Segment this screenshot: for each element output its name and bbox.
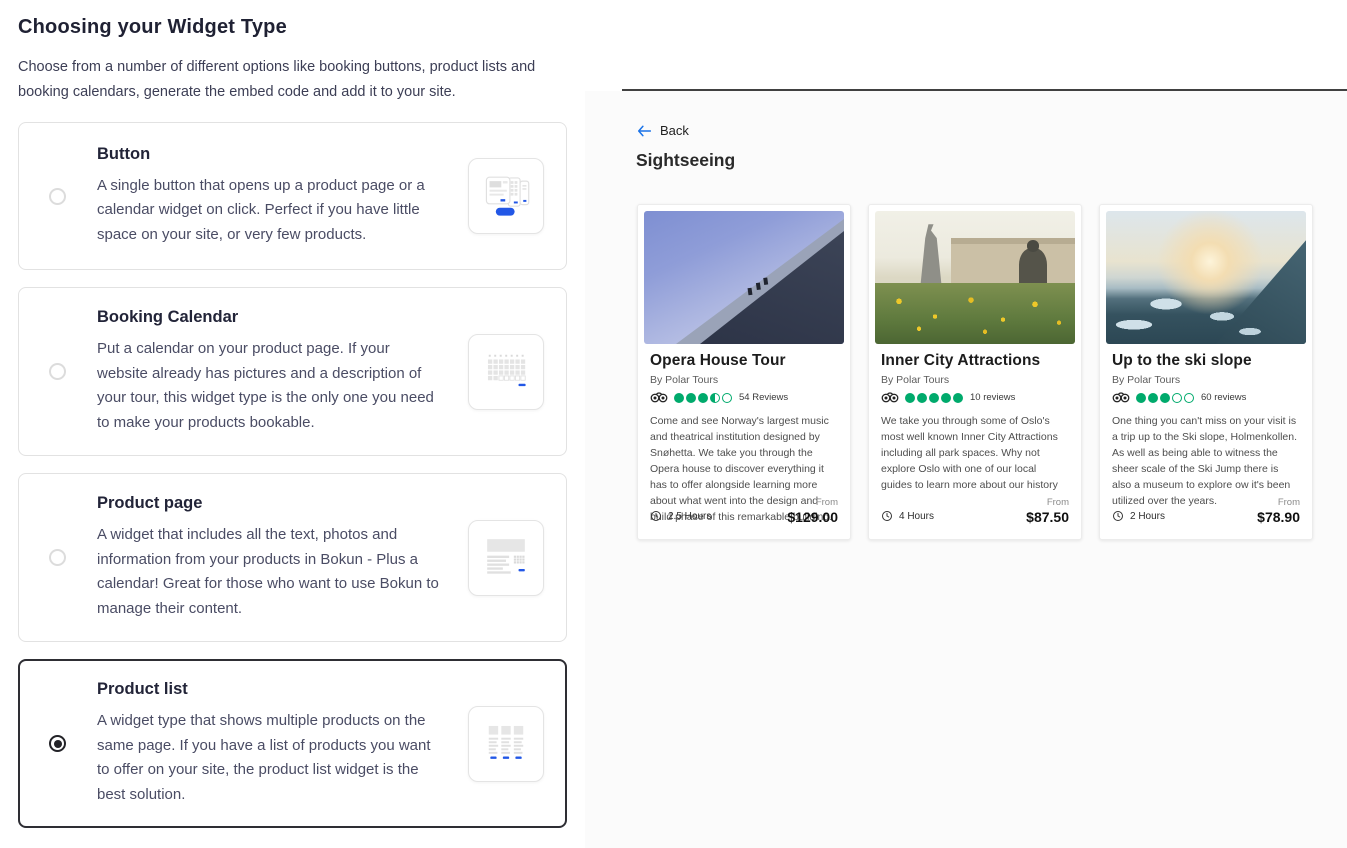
product-page-widget-icon (468, 520, 544, 596)
product-card-up-to-the-ski-slope[interactable]: Up to the ski slope By Polar Tours 60 re (1099, 204, 1313, 540)
product-vendor: By Polar Tours (1112, 374, 1300, 386)
option-description: A single button that opens up a product … (97, 174, 442, 248)
product-image-ski-slope (1106, 211, 1306, 344)
product-rating: 60 reviews (1112, 392, 1300, 403)
back-arrow-icon (637, 125, 651, 137)
calendar-widget-icon (468, 334, 544, 410)
review-count: 60 reviews (1201, 392, 1246, 403)
radio-product-list-option[interactable] (49, 735, 66, 752)
product-image-opera-house (644, 211, 844, 344)
button-widget-icon (468, 158, 544, 234)
from-label: From (1026, 497, 1069, 508)
product-description: We take you through some of Oslo's most … (881, 413, 1069, 497)
widget-option-product-list[interactable]: Product list A widget type that shows mu… (18, 659, 567, 828)
product-image-inner-city (875, 211, 1075, 344)
product-vendor: By Polar Tours (650, 374, 838, 386)
page-description: Choose from a number of different option… (18, 55, 558, 105)
product-card-opera-house-tour[interactable]: Opera House Tour By Polar Tours 54 Revie (637, 204, 851, 540)
option-title: Booking Calendar (97, 308, 446, 327)
product-duration: 2.5 Hours (650, 510, 711, 525)
option-title: Product list (97, 680, 446, 699)
radio-product-page-option[interactable] (49, 549, 66, 566)
back-link[interactable]: Back (637, 123, 689, 138)
option-description: Put a calendar on your product page. If … (97, 337, 442, 435)
product-title: Inner City Attractions (881, 352, 1069, 370)
product-title: Opera House Tour (650, 352, 838, 370)
option-description: A widget that includes all the text, pho… (97, 523, 442, 621)
radio-button-option[interactable] (49, 188, 66, 205)
page-title: Choosing your Widget Type (18, 16, 567, 39)
back-label: Back (660, 123, 689, 138)
widget-preview-panel: Back Sightseeing Opera House Tour By Pol… (585, 0, 1347, 848)
product-card-inner-city-attractions[interactable]: Inner City Attractions By Polar Tours 10 (868, 204, 1082, 540)
product-title: Up to the ski slope (1112, 352, 1300, 370)
product-duration: 4 Hours (881, 510, 934, 525)
product-duration: 2 Hours (1112, 510, 1165, 525)
product-rating: 54 Reviews (650, 392, 838, 403)
product-description: One thing you can't miss on your visit i… (1112, 413, 1300, 497)
product-price-block: From $87.50 (1026, 497, 1069, 525)
product-vendor: By Polar Tours (881, 374, 1069, 386)
product-price: $129.00 (787, 509, 838, 525)
widget-option-booking-calendar[interactable]: Booking Calendar Put a calendar on your … (18, 287, 567, 456)
radio-booking-calendar-option[interactable] (49, 363, 66, 380)
tripadvisor-owl-icon (650, 392, 668, 403)
product-cards-row: Opera House Tour By Polar Tours 54 Revie (637, 204, 1313, 540)
clock-icon (1112, 510, 1124, 522)
option-title: Product page (97, 494, 446, 513)
widget-type-panel: Choosing your Widget Type Choose from a … (0, 0, 585, 848)
review-count: 10 reviews (970, 392, 1015, 403)
review-count: 54 Reviews (739, 392, 788, 403)
product-list-widget-icon (468, 706, 544, 782)
product-rating: 10 reviews (881, 392, 1069, 403)
tripadvisor-owl-icon (881, 392, 899, 403)
from-label: From (1257, 497, 1300, 508)
widget-option-button[interactable]: Button A single button that opens up a p… (18, 122, 567, 270)
preview-title: Sightseeing (636, 150, 735, 171)
preview-area: Back Sightseeing Opera House Tour By Pol… (585, 91, 1347, 848)
product-price-block: From $129.00 (787, 497, 838, 525)
product-price-block: From $78.90 (1257, 497, 1300, 525)
clock-icon (881, 510, 893, 522)
from-label: From (787, 497, 838, 508)
product-price: $87.50 (1026, 509, 1069, 525)
product-description: Come and see Norway's largest music and … (650, 413, 838, 497)
option-description: A widget type that shows multiple produc… (97, 709, 442, 807)
product-price: $78.90 (1257, 509, 1300, 525)
tripadvisor-owl-icon (1112, 392, 1130, 403)
option-title: Button (97, 145, 446, 164)
clock-icon (650, 510, 662, 522)
widget-option-product-page[interactable]: Product page A widget that includes all … (18, 473, 567, 642)
